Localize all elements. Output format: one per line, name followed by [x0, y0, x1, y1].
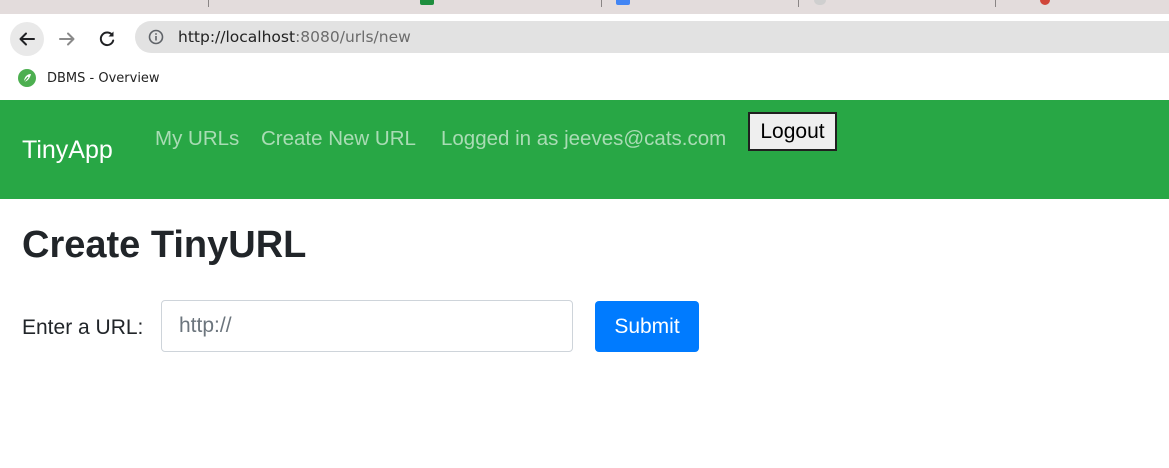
brand-logo[interactable]: TinyApp	[22, 136, 113, 165]
forward-button[interactable]	[50, 22, 84, 56]
app-navbar: TinyApp My URLs Create New URL Logged in…	[0, 100, 1169, 199]
tab-favicon[interactable]	[616, 0, 630, 5]
tab-separator	[798, 0, 799, 7]
address-url: http://localhost:8080/urls/new	[178, 28, 411, 46]
address-host: http://localhost	[178, 28, 296, 46]
browser-tab-strip	[0, 0, 1169, 14]
leaf-icon	[22, 74, 31, 84]
tab-separator	[995, 0, 996, 7]
reload-button[interactable]	[90, 22, 124, 56]
bookmarks-bar: DBMS - Overview	[0, 62, 1169, 100]
address-path: :8080/urls/new	[295, 28, 411, 46]
back-arrow-icon	[19, 32, 35, 46]
bookmark-label: DBMS - Overview	[47, 70, 160, 86]
bookmark-favicon	[18, 69, 36, 87]
tab-favicon[interactable]	[420, 0, 434, 5]
nav-link-create-new-url[interactable]: Create New URL	[261, 127, 416, 151]
login-status: Logged in as jeeves@cats.com	[441, 127, 727, 150]
browser-toolbar: http://localhost:8080/urls/new	[0, 14, 1169, 62]
tab-separator	[601, 0, 602, 7]
forward-arrow-icon	[59, 32, 75, 46]
tab-favicon[interactable]	[814, 0, 826, 5]
bookmark-dbms-overview[interactable]: DBMS - Overview	[18, 69, 160, 87]
tab-separator	[208, 0, 209, 7]
back-button[interactable]	[10, 22, 44, 56]
info-icon[interactable]	[148, 29, 164, 45]
reload-icon	[99, 31, 115, 47]
submit-button[interactable]: Submit	[595, 301, 699, 352]
logout-button[interactable]: Logout	[748, 112, 837, 151]
address-bar[interactable]: http://localhost:8080/urls/new	[135, 21, 1169, 53]
url-input[interactable]	[161, 300, 573, 352]
nav-link-my-urls[interactable]: My URLs	[155, 127, 239, 151]
tab-favicon[interactable]	[1040, 0, 1050, 5]
url-field-label: Enter a URL:	[22, 316, 144, 339]
page-title: Create TinyURL	[22, 224, 307, 266]
